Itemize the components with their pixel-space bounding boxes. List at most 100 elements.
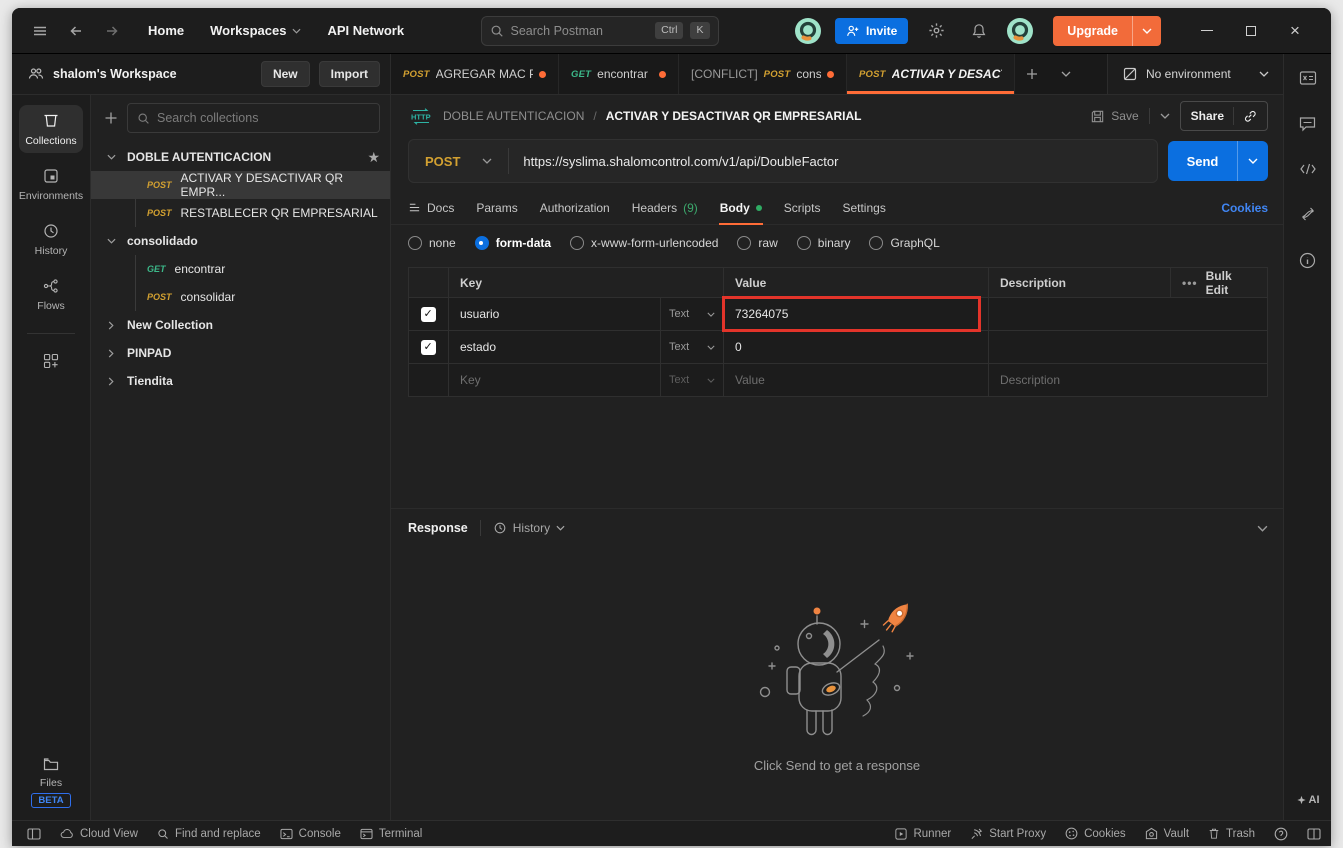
checkbox-checked[interactable] [421,340,436,355]
split-layout-icon[interactable] [1307,828,1321,840]
tab-params[interactable]: Params [465,191,528,224]
chevron-right-icon[interactable] [103,321,119,330]
code-snippet-icon[interactable] [1299,162,1317,176]
find-and-replace-button[interactable]: Find and replace [157,828,261,840]
mode-x-www-form-urlencoded[interactable]: x-www-form-urlencoded [570,236,718,250]
start-proxy-button[interactable]: Start Proxy [970,827,1046,840]
notifications-bell-icon[interactable] [965,17,993,45]
key-cell[interactable]: estado [449,331,661,363]
type-dropdown[interactable]: Text [661,298,724,330]
key-cell-placeholder[interactable]: Key [449,364,661,396]
collection-consolidado[interactable]: consolidado [91,227,390,255]
new-button[interactable]: New [261,61,310,87]
vault-button[interactable]: Vault [1145,827,1189,840]
description-cell-placeholder[interactable]: Description [989,364,1267,396]
runner-button[interactable]: Runner [895,828,951,840]
mode-raw[interactable]: raw [737,236,777,250]
postbot-ai-button[interactable]: AI [1296,794,1320,806]
collection-pinpad[interactable]: PINPAD [91,339,390,367]
collection-doble-autenticacion[interactable]: DOBLE AUTENTICACION ★ [91,143,390,171]
chevron-right-icon[interactable] [103,349,119,358]
cloud-view-button[interactable]: Cloud View [60,828,138,840]
collection-new-collection[interactable]: New Collection [91,311,390,339]
search-collections-input[interactable]: Search collections [127,103,380,133]
value-cell[interactable]: 0 [724,331,989,363]
global-search-input[interactable]: Search Postman Ctrl K [481,16,719,46]
request-restablecer-qr[interactable]: POST RESTABLECER QR EMPRESARIAL [91,199,390,227]
response-history-dropdown[interactable]: History [493,521,565,535]
tab-headers[interactable]: Headers (9) [621,191,709,224]
workspace-name[interactable]: shalom's Workspace [53,67,252,81]
tab-activar-y-desactivar-active[interactable]: POST ACTIVAR Y DESACTIV [847,54,1015,94]
save-dropdown-chevron[interactable] [1160,113,1170,119]
nav-api-network[interactable]: API Network [327,23,404,38]
share-button[interactable]: Share [1180,101,1268,131]
import-button[interactable]: Import [319,61,380,87]
key-cell[interactable]: usuario [449,298,661,330]
type-dropdown[interactable]: Text [661,364,724,396]
chevron-right-icon[interactable] [103,377,119,386]
hamburger-menu-icon[interactable] [26,17,54,45]
cookies-button[interactable]: Cookies [1065,827,1126,840]
team-avatar[interactable] [795,18,821,44]
mode-form-data[interactable]: form-data [475,236,551,250]
tab-conflict-consolidar[interactable]: [CONFLICT] POST consoli [679,54,847,94]
link-icon[interactable] [1243,109,1257,123]
sidebar-item-files[interactable]: Files BETA [31,755,70,808]
tab-list-chevron[interactable] [1049,54,1083,94]
cookies-link[interactable]: Cookies [1221,191,1268,224]
value-cell-placeholder[interactable]: Value [724,364,989,396]
sidebar-item-collections[interactable]: Collections [19,105,83,153]
url-input[interactable]: https://syslima.shalomcontrol.com/v1/api… [509,154,852,169]
breadcrumb-collection[interactable]: DOBLE AUTENTICACION [443,109,584,123]
request-activar-y-desactivar[interactable]: POST ACTIVAR Y DESACTIVAR QR EMPR... [91,171,390,199]
sidebar-item-history[interactable]: History [19,215,83,263]
environment-selector[interactable]: No environment [1107,54,1283,94]
nav-home[interactable]: Home [148,23,184,38]
related-requests-icon[interactable] [1300,206,1316,222]
breadcrumb-request-name[interactable]: ACTIVAR Y DESACTIVAR QR EMPRESARIAL [606,109,862,123]
request-encontrar[interactable]: GET encontrar [91,255,390,283]
sidebar-item-flows[interactable]: Flows [19,270,83,318]
more-options-icon[interactable]: ••• [1182,276,1198,290]
description-cell[interactable] [989,298,1267,330]
chevron-down-icon[interactable] [103,238,119,244]
forward-arrow-icon[interactable] [98,17,126,45]
new-tab-button[interactable] [1015,54,1049,94]
environment-quick-look-icon[interactable] [1299,70,1317,86]
tab-body[interactable]: Body [709,191,773,224]
close-button[interactable]: × [1273,9,1317,53]
tab-encontrar[interactable]: GET encontrar [559,54,679,94]
info-icon[interactable] [1299,252,1316,269]
mode-graphql[interactable]: GraphQL [869,236,939,250]
tab-docs[interactable]: Docs [408,191,465,224]
user-avatar[interactable] [1007,18,1033,44]
console-button[interactable]: Console [280,828,341,840]
sidebar-item-environments[interactable]: Environments [19,160,83,208]
collapse-response-chevron[interactable] [1257,525,1268,532]
mode-binary[interactable]: binary [797,236,851,250]
chevron-down-icon[interactable] [103,154,119,160]
sidebar-item-more-blocks[interactable] [19,345,83,376]
send-button[interactable]: Send [1168,141,1238,181]
trash-button[interactable]: Trash [1208,827,1255,840]
back-arrow-icon[interactable] [62,17,90,45]
terminal-button[interactable]: Terminal [360,828,422,840]
method-selector[interactable]: POST [409,154,508,169]
value-cell-highlighted[interactable]: 73264075 [724,298,989,330]
star-icon[interactable]: ★ [367,149,380,166]
upgrade-button[interactable]: Upgrade [1053,16,1133,46]
maximize-button[interactable] [1229,9,1273,53]
save-button[interactable]: Save [1090,109,1138,124]
tab-agregar-mac-pinp[interactable]: POST AGREGAR MAC PINP [391,54,559,94]
send-dropdown-button[interactable] [1238,141,1268,181]
upgrade-dropdown-button[interactable] [1133,16,1161,46]
settings-gear-icon[interactable] [922,16,951,45]
nav-workspaces[interactable]: Workspaces [210,23,301,38]
add-collection-button[interactable] [103,110,119,126]
bulk-edit-button[interactable]: Bulk Edit [1206,269,1254,297]
mode-none[interactable]: none [408,236,456,250]
tab-settings[interactable]: Settings [831,191,896,224]
collection-tiendita[interactable]: Tiendita [91,367,390,395]
invite-button[interactable]: Invite [835,18,908,44]
